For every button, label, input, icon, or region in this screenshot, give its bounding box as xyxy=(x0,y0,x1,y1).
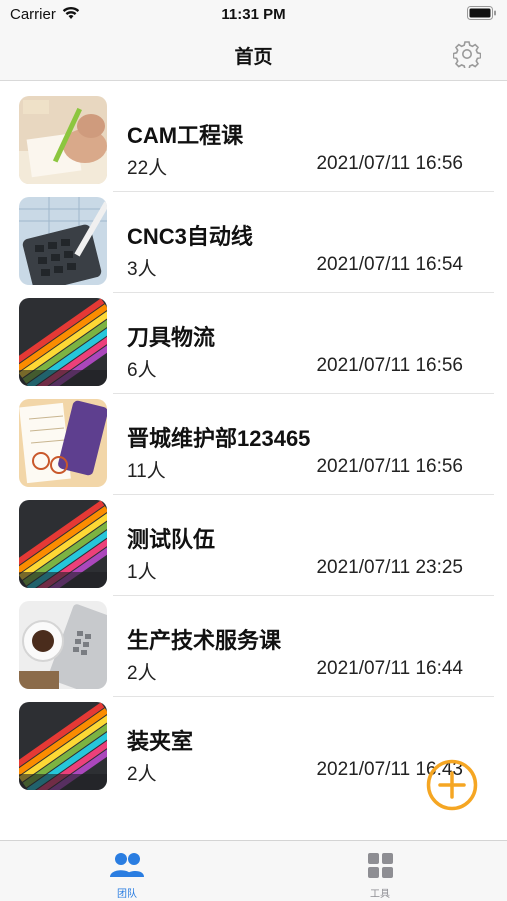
team-name: 刀具物流 xyxy=(127,325,216,350)
member-count: 22人 xyxy=(127,158,168,179)
grid-icon xyxy=(362,851,398,886)
plus-circle-icon xyxy=(426,759,478,811)
team-row[interactable]: 生产技术服务课 2人 2021/07/11 16:44 xyxy=(0,597,507,697)
tab-bar: 团队 工具 xyxy=(0,840,507,901)
status-time: 11:31 PM xyxy=(221,6,286,23)
team-name: 晋城维护部123465 xyxy=(127,426,311,451)
row-divider xyxy=(113,696,494,697)
row-divider xyxy=(113,393,494,394)
row-divider xyxy=(113,595,494,596)
updated-time: 2021/07/11 16:44 xyxy=(316,658,463,679)
tab-tools[interactable]: 工具 xyxy=(320,841,440,901)
tab-team[interactable]: 团队 xyxy=(67,841,187,901)
gear-icon[interactable] xyxy=(452,40,482,70)
team-icon xyxy=(109,851,145,886)
updated-time: 2021/07/11 23:25 xyxy=(316,557,463,578)
member-count: 11人 xyxy=(127,461,166,482)
colored-pencils-photo xyxy=(19,500,107,588)
team-row[interactable]: CAM工程课 22人 2021/07/11 16:56 xyxy=(0,92,507,192)
updated-time: 2021/07/11 16:54 xyxy=(316,254,463,275)
coffee-laptop-photo xyxy=(19,601,107,689)
member-count: 2人 xyxy=(127,663,157,684)
updated-time: 2021/07/11 16:56 xyxy=(316,355,463,376)
row-divider xyxy=(113,494,494,495)
calculator-photo xyxy=(19,197,107,285)
team-row[interactable]: CNC3自动线 3人 2021/07/11 16:54 xyxy=(0,193,507,293)
team-name: CNC3自动线 xyxy=(127,224,253,249)
member-count: 1人 xyxy=(127,562,157,583)
page-title: 首页 xyxy=(234,47,273,68)
notebook-glasses-photo xyxy=(19,399,107,487)
member-count: 3人 xyxy=(127,259,157,280)
team-name: 测试队伍 xyxy=(127,527,216,552)
team-row[interactable]: 测试队伍 1人 2021/07/11 23:25 xyxy=(0,496,507,596)
updated-time: 2021/07/11 16:56 xyxy=(316,456,463,477)
row-divider xyxy=(113,191,494,192)
colored-pencils-photo xyxy=(19,702,107,790)
team-row[interactable]: 刀具物流 6人 2021/07/11 16:56 xyxy=(0,294,507,394)
add-team-button[interactable] xyxy=(426,759,478,811)
team-name: CAM工程课 xyxy=(127,123,244,148)
team-name: 装夹室 xyxy=(127,729,194,754)
tab-team-label: 团队 xyxy=(117,889,137,900)
row-divider xyxy=(113,292,494,293)
member-count: 2人 xyxy=(127,764,157,785)
member-count: 6人 xyxy=(127,360,157,381)
tab-tools-label: 工具 xyxy=(370,889,390,900)
navigation-bar: 首页 xyxy=(0,28,507,81)
team-name: 生产技术服务课 xyxy=(127,628,282,653)
battery-icon xyxy=(467,6,497,25)
updated-time: 2021/07/11 16:56 xyxy=(316,153,463,174)
colored-pencils-photo xyxy=(19,298,107,386)
status-bar: Carrier 11:31 PM xyxy=(0,0,507,28)
writing-hand-photo xyxy=(19,96,107,184)
team-row[interactable]: 晋城维护部123465 11人 2021/07/11 16:56 xyxy=(0,395,507,495)
